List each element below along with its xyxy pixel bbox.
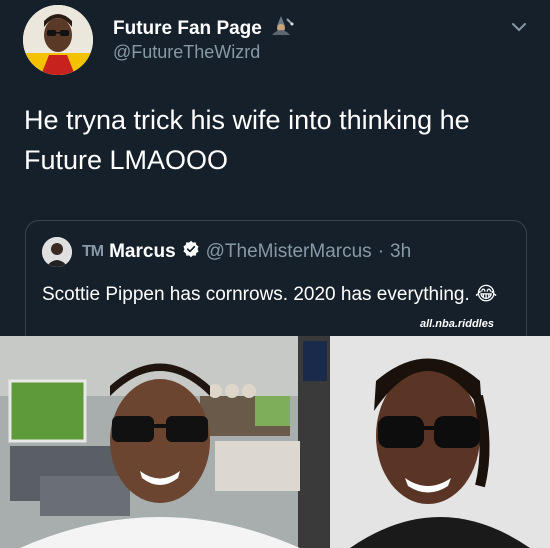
quoted-time[interactable]: 3h: [390, 241, 411, 263]
wizard-emoji-icon: [268, 15, 294, 43]
quoted-display-name[interactable]: Marcus: [109, 241, 176, 263]
quoted-text: Scottie Pippen has cornrows. 2020 has ev…: [42, 284, 498, 305]
man-in-sunglasses-living-room-photo[interactable]: [0, 336, 330, 548]
display-name[interactable]: Future Fan Page: [113, 18, 262, 40]
author-handle[interactable]: @FutureTheWizrd: [113, 42, 260, 63]
tweet-author[interactable]: Future Fan Page: [113, 15, 294, 43]
quoted-avatar[interactable]: [42, 237, 72, 267]
man-in-sunglasses-portrait-photo[interactable]: [330, 336, 550, 548]
quoted-handle[interactable]: @TheMisterMarcus: [206, 241, 372, 263]
tweet-text: He tryna trick his wife into thinking he…: [24, 105, 470, 175]
quoted-name-prefix: TM: [82, 243, 104, 260]
profile-avatar[interactable]: [23, 5, 93, 75]
verified-badge-icon: [182, 240, 200, 264]
chevron-down-icon[interactable]: [510, 18, 528, 36]
separator: ·: [377, 241, 385, 262]
watermark: all.nba.riddles: [420, 318, 494, 330]
quoted-header: TM Marcus @TheMisterMarcus · 3h: [82, 240, 411, 264]
